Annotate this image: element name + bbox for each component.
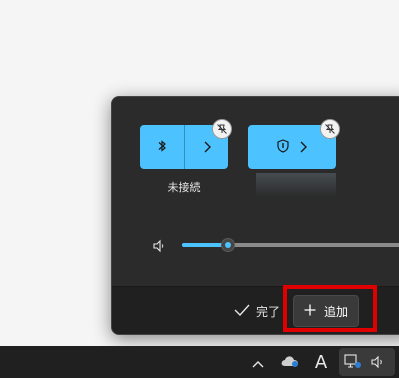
done-button[interactable]: 完了 (228, 297, 286, 325)
unpin-icon (216, 120, 228, 139)
network-icon (343, 346, 363, 378)
quick-settings-footer: 完了 追加 (112, 286, 399, 334)
cloud-icon (280, 353, 300, 372)
speaker-icon[interactable] (152, 238, 166, 253)
onedrive-tray-button[interactable] (277, 346, 303, 378)
bluetooth-tile (140, 119, 232, 169)
checkmark-icon (234, 304, 250, 319)
add-button[interactable]: 追加 (293, 295, 359, 327)
ime-mode-button[interactable]: A (310, 346, 332, 378)
volume-icon (368, 346, 388, 378)
bluetooth-status-label: 未接続 (167, 181, 201, 194)
show-hidden-icons-button[interactable] (246, 346, 270, 378)
quick-settings-panel: 未接続 完了 追加 (111, 96, 399, 335)
done-label: 完了 (256, 304, 281, 319)
bluetooth-icon (157, 138, 167, 157)
tile-drag-shadow (256, 173, 336, 197)
taskbar: A (0, 346, 399, 378)
volume-slider-thumb[interactable] (221, 238, 235, 252)
plus-icon (304, 304, 316, 319)
chevron-right-icon (203, 138, 211, 157)
chevron-right-icon (299, 138, 307, 157)
unpin-icon (324, 120, 336, 139)
quick-settings-body: 未接続 (112, 97, 399, 286)
unpin-bluetooth-button[interactable] (212, 119, 232, 139)
shield-icon (277, 138, 289, 157)
bluetooth-toggle-button[interactable] (140, 125, 184, 169)
add-label: 追加 (323, 304, 348, 319)
chevron-up-icon (252, 353, 264, 372)
unpin-vpn-button[interactable] (320, 119, 340, 139)
